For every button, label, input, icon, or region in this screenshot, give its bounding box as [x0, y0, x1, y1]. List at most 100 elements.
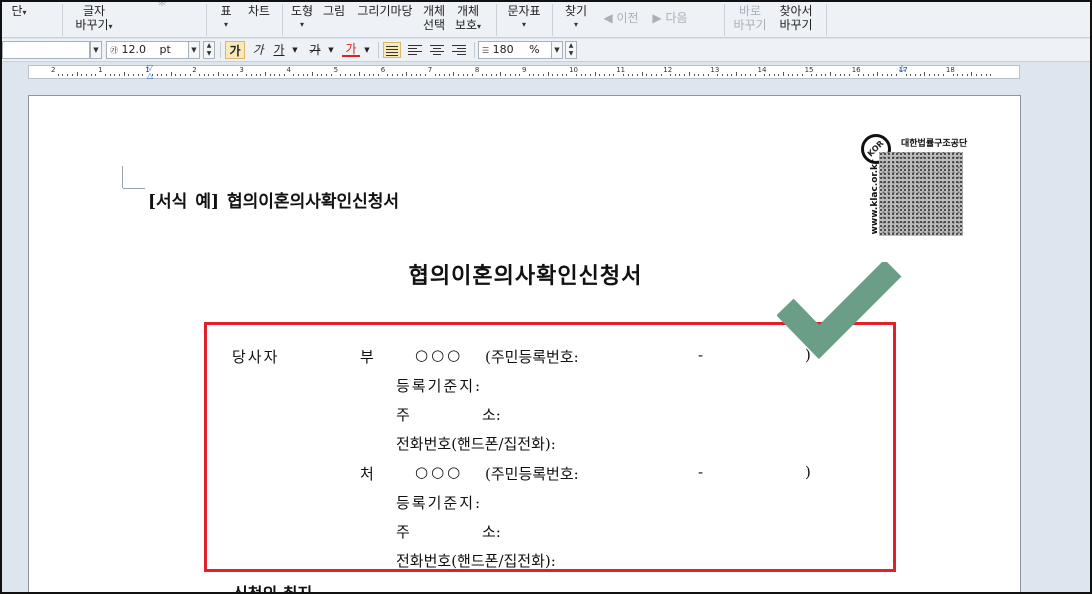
- ruler-tick: [754, 74, 756, 76]
- align-right-button[interactable]: [450, 42, 468, 58]
- ruler-tick: [750, 74, 752, 76]
- shape-button[interactable]: 도형 ▾: [286, 4, 318, 40]
- husband-phone-label: 전화번호(핸드폰/집전화):: [396, 435, 556, 453]
- ruler-tick: [651, 74, 653, 76]
- ruler-tick: [448, 74, 450, 76]
- italic-button[interactable]: 가: [249, 41, 267, 59]
- select-object-button[interactable]: 개체 선택: [420, 4, 448, 40]
- protect-object-button[interactable]: 개체 보호▾: [450, 4, 486, 40]
- find-replace-button[interactable]: 찾아서 바꾸기: [774, 4, 818, 40]
- font-size-input[interactable]: ㉮ 12.0 pt: [106, 41, 200, 59]
- toolbar-separator: [220, 42, 221, 58]
- ruler-tick: [472, 74, 474, 76]
- ruler-tick: [797, 74, 799, 76]
- right-indent-marker-icon[interactable]: △: [898, 64, 906, 80]
- ruler-tick: [406, 72, 408, 76]
- ruler-tick: [863, 74, 865, 76]
- ruler-tick: [90, 74, 92, 76]
- underline-dropdown[interactable]: ▼: [290, 41, 300, 59]
- align-justify-button[interactable]: [383, 42, 401, 58]
- ruler-tick: [293, 74, 295, 76]
- ruler-tick: [396, 74, 398, 76]
- ribbon-label: 그리기마당: [357, 4, 413, 18]
- ruler-tick: [199, 74, 200, 76]
- ruler-tick: [985, 74, 987, 76]
- ruler-number: 2: [192, 66, 197, 74]
- font-color-dropdown[interactable]: ▼: [362, 41, 372, 59]
- ribbon-label: 개체: [456, 4, 480, 18]
- ruler-number: 10: [569, 66, 579, 74]
- font-name-dropdown[interactable]: ▼: [90, 41, 102, 59]
- align-left-button[interactable]: [406, 42, 424, 58]
- ruler-tick: [585, 74, 587, 76]
- document-page[interactable]: [서식 예] 협의이혼의사확인신청서 KOR 대한법률구조공단 www.klac.o…: [28, 95, 1021, 592]
- ruler-tick: [726, 74, 728, 76]
- ruler-tick: [462, 74, 464, 76]
- ruler-tick: [881, 74, 883, 76]
- line-spacing-value: 180: [492, 43, 514, 56]
- ruler-tick: [425, 74, 427, 76]
- bold-button[interactable]: 가: [225, 41, 245, 59]
- ruler-tick: [745, 74, 747, 76]
- strikethrough-dropdown[interactable]: ▼: [326, 41, 336, 59]
- logo-org-name: 대한법률구조공단: [901, 139, 968, 149]
- picture-button[interactable]: 그림: [320, 4, 348, 40]
- find-button[interactable]: 찾기 ▾: [560, 4, 592, 40]
- ruler-tick: [811, 74, 813, 76]
- ruler-tick: [834, 74, 836, 76]
- ruler-tick: [208, 74, 210, 76]
- line-spacing-input[interactable]: ☰ 180 %: [478, 41, 552, 59]
- horizontal-ruler[interactable]: 2 1 1 2 3 4 5 6 7 8 9 10 11 12 13 14 15 16 17 18 ▽ △ △: [28, 64, 1020, 80]
- font-size-spinner[interactable]: ▲ ▼: [203, 41, 215, 59]
- ruler-tick: [133, 74, 135, 76]
- ruler-tick: [538, 74, 540, 76]
- ruler-tick: [349, 74, 351, 76]
- font-name-input[interactable]: [2, 41, 90, 59]
- ribbon-label: 개체: [422, 4, 446, 18]
- underline-button[interactable]: 가: [270, 41, 288, 59]
- ruler-number: 11: [616, 66, 626, 74]
- font-size-dropdown[interactable]: ▼: [188, 41, 200, 59]
- line-spacing-dropdown[interactable]: ▼: [551, 41, 563, 59]
- line-spacing-spinner[interactable]: ▲ ▼: [565, 41, 577, 59]
- ruler-tick: [872, 74, 874, 76]
- ribbon-label: 다음: [665, 11, 688, 25]
- ribbon-label: 차트: [247, 4, 271, 18]
- ruler-tick: [156, 74, 158, 76]
- table-button[interactable]: 표 ▾: [212, 4, 240, 40]
- ruler-tick: [637, 74, 639, 76]
- ribbon-label: 도형: [290, 4, 314, 18]
- align-center-button[interactable]: [428, 42, 446, 58]
- font-size-icon: ㉮: [110, 46, 118, 55]
- ruler-tick: [976, 74, 978, 76]
- symbol-button[interactable]: 문자표 ▾: [502, 4, 546, 40]
- ruler-tick: [377, 74, 379, 76]
- strikethrough-button[interactable]: 가: [306, 41, 324, 59]
- ruler-tick: [189, 74, 191, 76]
- form-label-example: 예]: [195, 192, 220, 212]
- ribbon-columns-button[interactable]: 단▾: [2, 2, 36, 38]
- husband-rrn-close: ): [805, 346, 811, 364]
- husband-registry-label: 등록기준지:: [396, 377, 483, 395]
- ruler-tick: [561, 74, 563, 76]
- font-color-button[interactable]: 가: [342, 41, 360, 57]
- ruler-tick: [283, 74, 285, 76]
- change-char-button[interactable]: 글자 바꾸기▾: [68, 4, 120, 40]
- ruler-tick: [76, 72, 78, 76]
- quick-replace-button[interactable]: 바로 바꾸기: [730, 4, 770, 40]
- chart-button[interactable]: 차트: [242, 4, 276, 40]
- drawing-gallery-button[interactable]: 그리기마당: [352, 4, 418, 40]
- ruler-number: 13: [710, 66, 720, 74]
- arrow-left-icon: ◀: [603, 11, 613, 25]
- ruler-tick: [660, 74, 662, 76]
- ruler-tick: [104, 74, 106, 76]
- chevron-down-icon: ▾: [223, 20, 228, 29]
- indent-marker-icon[interactable]: ▽ △: [146, 64, 154, 80]
- ruler-tick: [142, 74, 144, 76]
- wife-phone-label: 전화번호(핸드폰/집전화):: [396, 552, 556, 570]
- ruler-tick: [896, 74, 898, 76]
- ribbon-separator: [552, 4, 553, 36]
- ruler-tick: [839, 74, 841, 76]
- ribbon-label: 이전: [616, 11, 639, 25]
- ribbon-label: 찾아서: [779, 4, 813, 18]
